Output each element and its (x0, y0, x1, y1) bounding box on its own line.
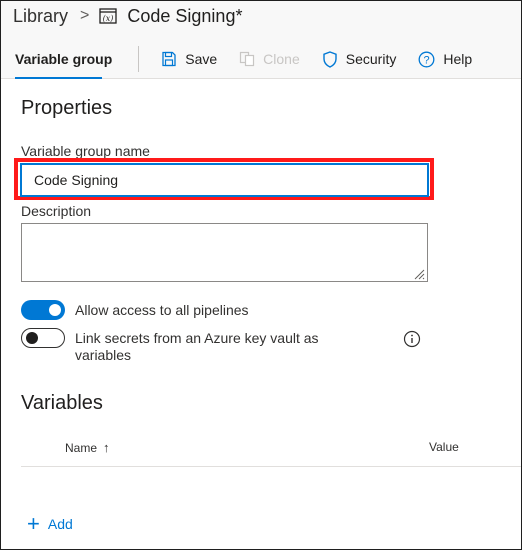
security-label: Security (345, 51, 397, 67)
variable-group-name-label: Variable group name (21, 143, 150, 159)
link-secrets-label-line1: Link secrets from an Azure key vault as (75, 330, 319, 346)
description-label: Description (21, 203, 92, 219)
info-icon[interactable] (403, 330, 421, 348)
page-title: Code Signing* (127, 5, 243, 26)
column-name-label: Name (65, 440, 98, 455)
variable-group-name-input[interactable] (20, 163, 429, 197)
clone-button[interactable]: Clone (229, 43, 310, 75)
help-label: Help (443, 51, 473, 67)
link-secrets-toggle[interactable] (21, 328, 65, 348)
allow-access-label: Allow access to all pipelines (75, 302, 249, 318)
save-label: Save (185, 51, 218, 67)
shield-icon (323, 50, 337, 68)
toggle-knob (49, 304, 61, 316)
toolbar: Variable group Save Clone Security ? Hel… (1, 39, 521, 79)
clone-icon (240, 51, 255, 67)
add-label: Add (47, 516, 73, 532)
toolbar-divider (138, 46, 140, 72)
save-button[interactable]: Save (151, 43, 227, 75)
breadcrumb: Library > (x) Code Signing* (13, 5, 242, 27)
allow-access-toggle[interactable] (21, 300, 65, 320)
table-divider (21, 466, 521, 467)
save-icon (162, 51, 176, 67)
tab-variable-group[interactable]: Variable group (1, 39, 126, 79)
properties-heading: Properties (21, 97, 113, 119)
clone-label: Clone (263, 51, 300, 67)
svg-text:(x): (x) (103, 14, 114, 23)
security-button[interactable]: Security (312, 43, 407, 75)
add-variable-button[interactable]: + Add (27, 513, 73, 535)
window: Library > (x) Code Signing* Variable gro… (0, 0, 522, 550)
column-header-value: Value (429, 440, 459, 454)
header: Library > (x) Code Signing* Variable gro… (1, 1, 521, 79)
help-icon: ? (418, 51, 435, 67)
breadcrumb-library-link[interactable]: Library (13, 6, 68, 27)
link-secrets-label-line2: variables (75, 347, 132, 363)
help-button[interactable]: ? Help (408, 43, 482, 75)
plus-icon: + (27, 511, 40, 536)
variable-group-icon: (x) (99, 8, 118, 24)
description-textarea[interactable] (21, 223, 428, 282)
variables-heading: Variables (21, 392, 103, 414)
column-header-name[interactable]: Name ↑ (65, 440, 110, 455)
sort-ascending-icon: ↑ (103, 440, 110, 455)
resize-grip-icon[interactable] (413, 268, 425, 280)
toggle-knob (26, 332, 38, 344)
chevron-right-icon: > (80, 7, 90, 24)
svg-text:?: ? (424, 54, 430, 66)
tab-label: Variable group (15, 51, 113, 67)
